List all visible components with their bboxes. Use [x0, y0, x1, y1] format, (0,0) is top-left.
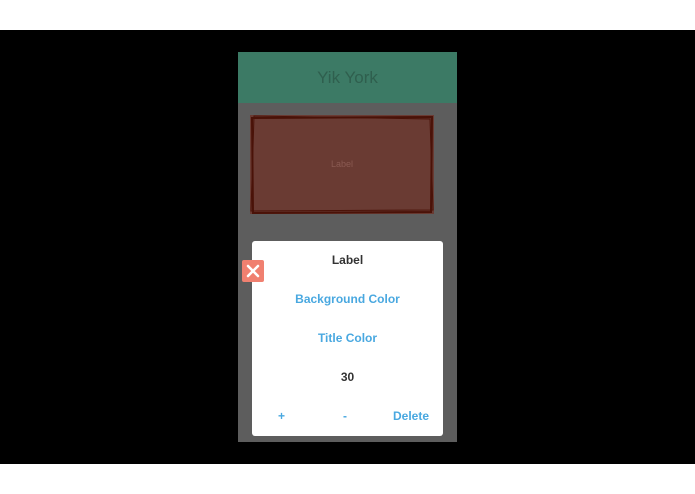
- navigation-bar: Yik York: [238, 52, 457, 103]
- editor-actions: + - Delete: [252, 409, 443, 425]
- close-button[interactable]: [242, 260, 264, 282]
- label-editor-sheet: Label Background Color Title Color 30 + …: [252, 241, 443, 436]
- decrease-size-button[interactable]: -: [343, 409, 347, 423]
- font-size-value: 30: [340, 370, 355, 384]
- phone-screen: Yik York Label Label Background Color Ti…: [238, 52, 457, 442]
- close-icon: [246, 264, 260, 278]
- increase-size-button[interactable]: +: [278, 409, 285, 423]
- background-color-button[interactable]: Background Color: [252, 292, 443, 306]
- canvas-label-element[interactable]: Label: [250, 115, 434, 214]
- editor-title: Label: [331, 253, 364, 267]
- app-title: Yik York: [317, 68, 378, 87]
- delete-button[interactable]: Delete: [393, 409, 429, 423]
- app-stage: Yik York Label Label Background Color Ti…: [0, 30, 695, 464]
- canvas-label-text: Label: [330, 159, 354, 169]
- title-color-button[interactable]: Title Color: [252, 331, 443, 345]
